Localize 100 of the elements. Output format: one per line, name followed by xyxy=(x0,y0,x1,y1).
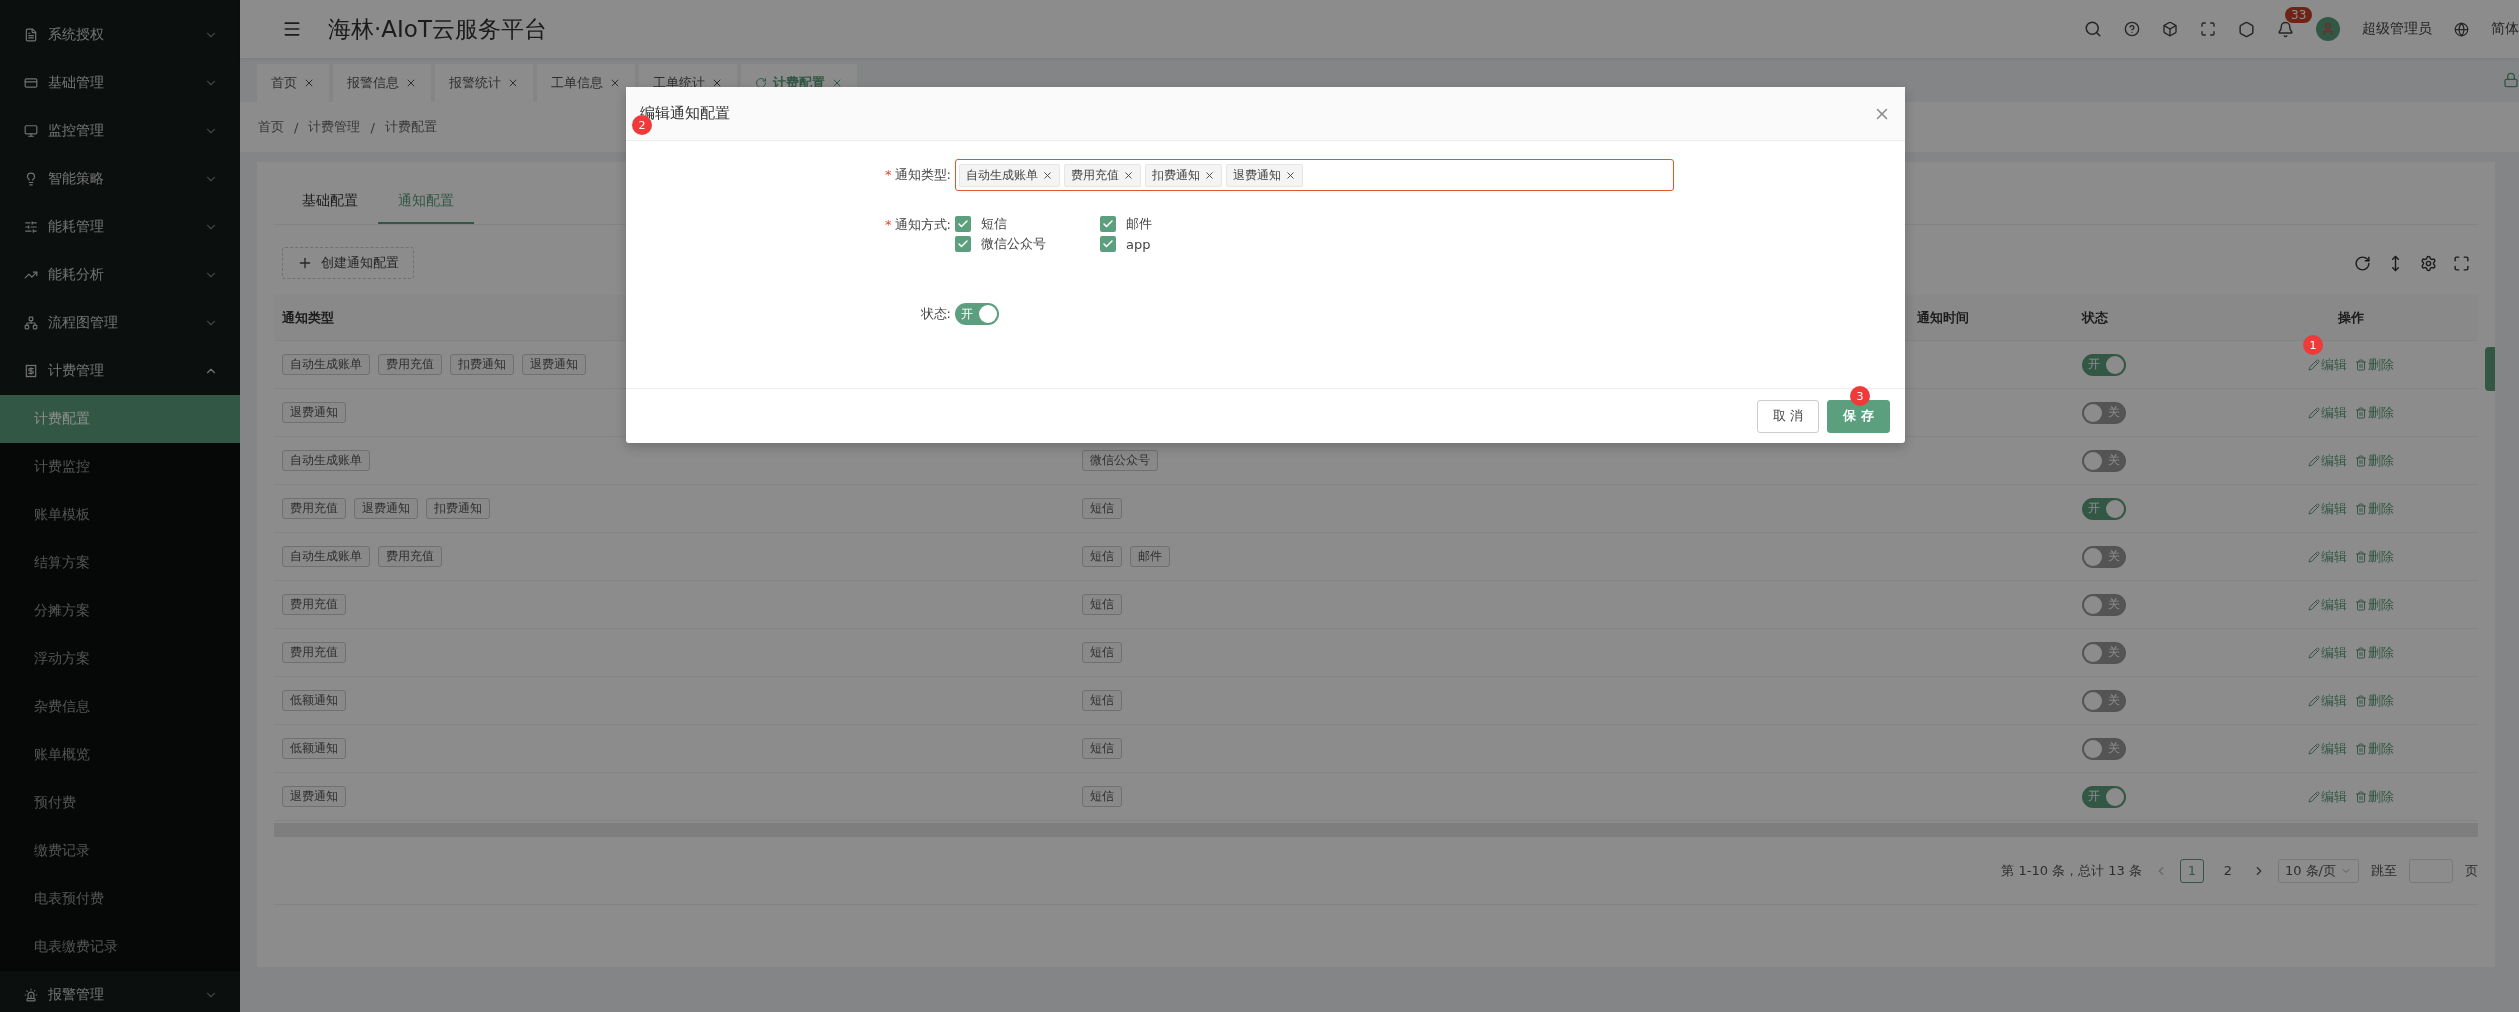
column-header: 通知时间 xyxy=(1917,309,1969,325)
delete-link[interactable]: 删除 xyxy=(2355,739,2394,758)
type-tag: 自动生成账单 xyxy=(282,450,370,471)
sidebar-subitem[interactable]: 计费监控 xyxy=(0,443,240,491)
toggle-switch[interactable]: 开 xyxy=(2082,785,2126,808)
selected-tag: 扣费通知 xyxy=(1145,163,1222,187)
edit-link[interactable]: 编辑 xyxy=(2308,451,2347,470)
sidebar-subitem[interactable]: 浮动方案 xyxy=(0,635,240,683)
method-tag: 短信 xyxy=(1082,738,1122,759)
sidebar-item[interactable]: 能耗分析 xyxy=(0,251,240,299)
sidebar-item[interactable]: 能耗管理 xyxy=(0,203,240,251)
page-size-select[interactable]: 10 条/页 xyxy=(2277,858,2359,883)
type-tag: 扣费通知 xyxy=(426,498,490,519)
type-tag: 退费通知 xyxy=(354,498,418,519)
delete-link[interactable]: 删除 xyxy=(2355,691,2394,710)
sidebar-subitem[interactable]: 缴费记录 xyxy=(0,827,240,875)
sidebar-subitem[interactable]: 结算方案 xyxy=(0,539,240,587)
checkbox-option[interactable]: 邮件 xyxy=(1100,215,1245,233)
method-tag: 短信 xyxy=(1082,786,1122,807)
type-tag: 退费通知 xyxy=(282,786,346,807)
delete-link[interactable]: 删除 xyxy=(2355,547,2394,566)
notification-count: 33 xyxy=(2285,6,2313,23)
delete-link[interactable]: 删除 xyxy=(2355,643,2394,662)
create-button[interactable]: 创建通知配置 xyxy=(282,247,414,279)
delete-link[interactable]: 删除 xyxy=(2355,595,2394,614)
type-tag: 费用充值 xyxy=(378,546,442,567)
sidebar-item[interactable]: 系统授权 xyxy=(0,11,240,59)
user-name[interactable]: 超级管理员 xyxy=(2362,20,2432,38)
toggle-switch[interactable]: 开 xyxy=(2082,497,2126,520)
sidebar-item[interactable]: 计费管理 xyxy=(0,347,240,395)
config-tab[interactable]: 基础配置 xyxy=(282,180,378,224)
toggle-switch[interactable]: 开 xyxy=(955,303,999,325)
page-tab[interactable]: 报警信息 xyxy=(333,64,431,102)
sidebar-item[interactable]: 流程图管理 xyxy=(0,299,240,347)
page-tab[interactable]: 报警统计 xyxy=(435,64,533,102)
page-tab[interactable]: 首页 xyxy=(257,64,329,102)
edit-link[interactable]: 编辑 xyxy=(2308,787,2347,806)
breadcrumb-separator: / xyxy=(370,119,375,135)
page-label: 页 xyxy=(2465,861,2478,880)
sidebar-subitem[interactable]: 账单模板 xyxy=(0,491,240,539)
required-mark: * xyxy=(885,167,892,182)
sidebar-subitem[interactable]: 账单概览 xyxy=(0,731,240,779)
type-tag: 自动生成账单 xyxy=(282,354,370,375)
sidebar-subitem[interactable]: 电表缴费记录 xyxy=(0,923,240,971)
sidebar-subitem[interactable]: 杂费信息 xyxy=(0,683,240,731)
sidebar-subitem[interactable]: 预付费 xyxy=(0,779,240,827)
checkbox-option[interactable]: app xyxy=(1100,235,1245,253)
column-header: 状态 xyxy=(2082,309,2108,325)
breadcrumb-item: 计费配置 xyxy=(384,118,437,136)
breadcrumb-item[interactable]: 计费管理 xyxy=(308,118,361,136)
delete-link[interactable]: 删除 xyxy=(2355,355,2394,374)
sidebar-subitem[interactable]: 分摊方案 xyxy=(0,587,240,635)
sidebar-item[interactable]: 智能策略 xyxy=(0,155,240,203)
type-tag: 费用充值 xyxy=(282,594,346,615)
app-title: 海林·AIoT云服务平台 xyxy=(328,14,548,44)
sidebar-item[interactable]: 报警管理 xyxy=(0,971,240,1012)
column-header: 通知类型 xyxy=(282,309,334,325)
page-tab[interactable]: 工单信息 xyxy=(537,64,635,102)
method-tag: 短信 xyxy=(1082,642,1122,663)
method-tag: 短信 xyxy=(1082,594,1122,615)
edit-link[interactable]: 编辑 xyxy=(2308,643,2347,662)
delete-link[interactable]: 删除 xyxy=(2355,499,2394,518)
sidebar-item[interactable]: 基础管理 xyxy=(0,59,240,107)
selected-tag: 退费通知 xyxy=(1226,163,1303,187)
save-button[interactable]: 保 存 xyxy=(1827,399,1890,433)
toggle-switch[interactable]: 开 xyxy=(2082,353,2126,376)
type-tag: 自动生成账单 xyxy=(282,546,370,567)
sidebar-subitem[interactable]: 电表预付费 xyxy=(0,875,240,923)
type-tag: 扣费通知 xyxy=(450,354,514,375)
edit-link[interactable]: 编辑 xyxy=(2308,499,2347,518)
edit-link[interactable]: 编辑 xyxy=(2308,403,2347,422)
edit-link[interactable]: 编辑 xyxy=(2308,547,2347,566)
breadcrumb-separator: / xyxy=(294,119,299,135)
cancel-button[interactable]: 取 消 xyxy=(1757,399,1820,433)
method-tag: 短信 xyxy=(1082,690,1122,711)
edit-link[interactable]: 编辑 xyxy=(2308,355,2347,374)
breadcrumb-item[interactable]: 首页 xyxy=(258,118,284,136)
edit-link[interactable]: 编辑 xyxy=(2308,739,2347,758)
language-label[interactable]: 简体 xyxy=(2491,20,2519,38)
type-tag: 费用充值 xyxy=(282,498,346,519)
page-number[interactable]: 2 xyxy=(2215,858,2240,883)
edit-link[interactable]: 编辑 xyxy=(2308,595,2347,614)
sidebar-item[interactable]: 监控管理 xyxy=(0,107,240,155)
method-tag: 短信 xyxy=(1082,498,1122,519)
jump-label: 跳至 xyxy=(2371,861,2397,880)
delete-link[interactable]: 删除 xyxy=(2355,451,2394,470)
type-tag: 低额通知 xyxy=(282,690,346,711)
page-number[interactable]: 1 xyxy=(2179,858,2204,883)
checkbox-option[interactable]: 短信 xyxy=(955,215,1100,233)
edit-link[interactable]: 编辑 xyxy=(2308,691,2347,710)
checkbox-option[interactable]: 微信公众号 xyxy=(955,235,1100,253)
delete-link[interactable]: 删除 xyxy=(2355,787,2394,806)
selected-tag: 自动生成账单 xyxy=(959,163,1060,187)
required-mark: * xyxy=(885,217,892,232)
config-tab[interactable]: 通知配置 xyxy=(378,180,474,224)
column-header: 操作 xyxy=(2338,309,2364,325)
tag-select-field[interactable]: 自动生成账单 费用充值 扣费通知 退费通知 xyxy=(955,159,1674,191)
sidebar-subitem[interactable]: 计费配置 xyxy=(0,395,240,443)
selected-tag: 费用充值 xyxy=(1064,163,1141,187)
delete-link[interactable]: 删除 xyxy=(2355,403,2394,422)
